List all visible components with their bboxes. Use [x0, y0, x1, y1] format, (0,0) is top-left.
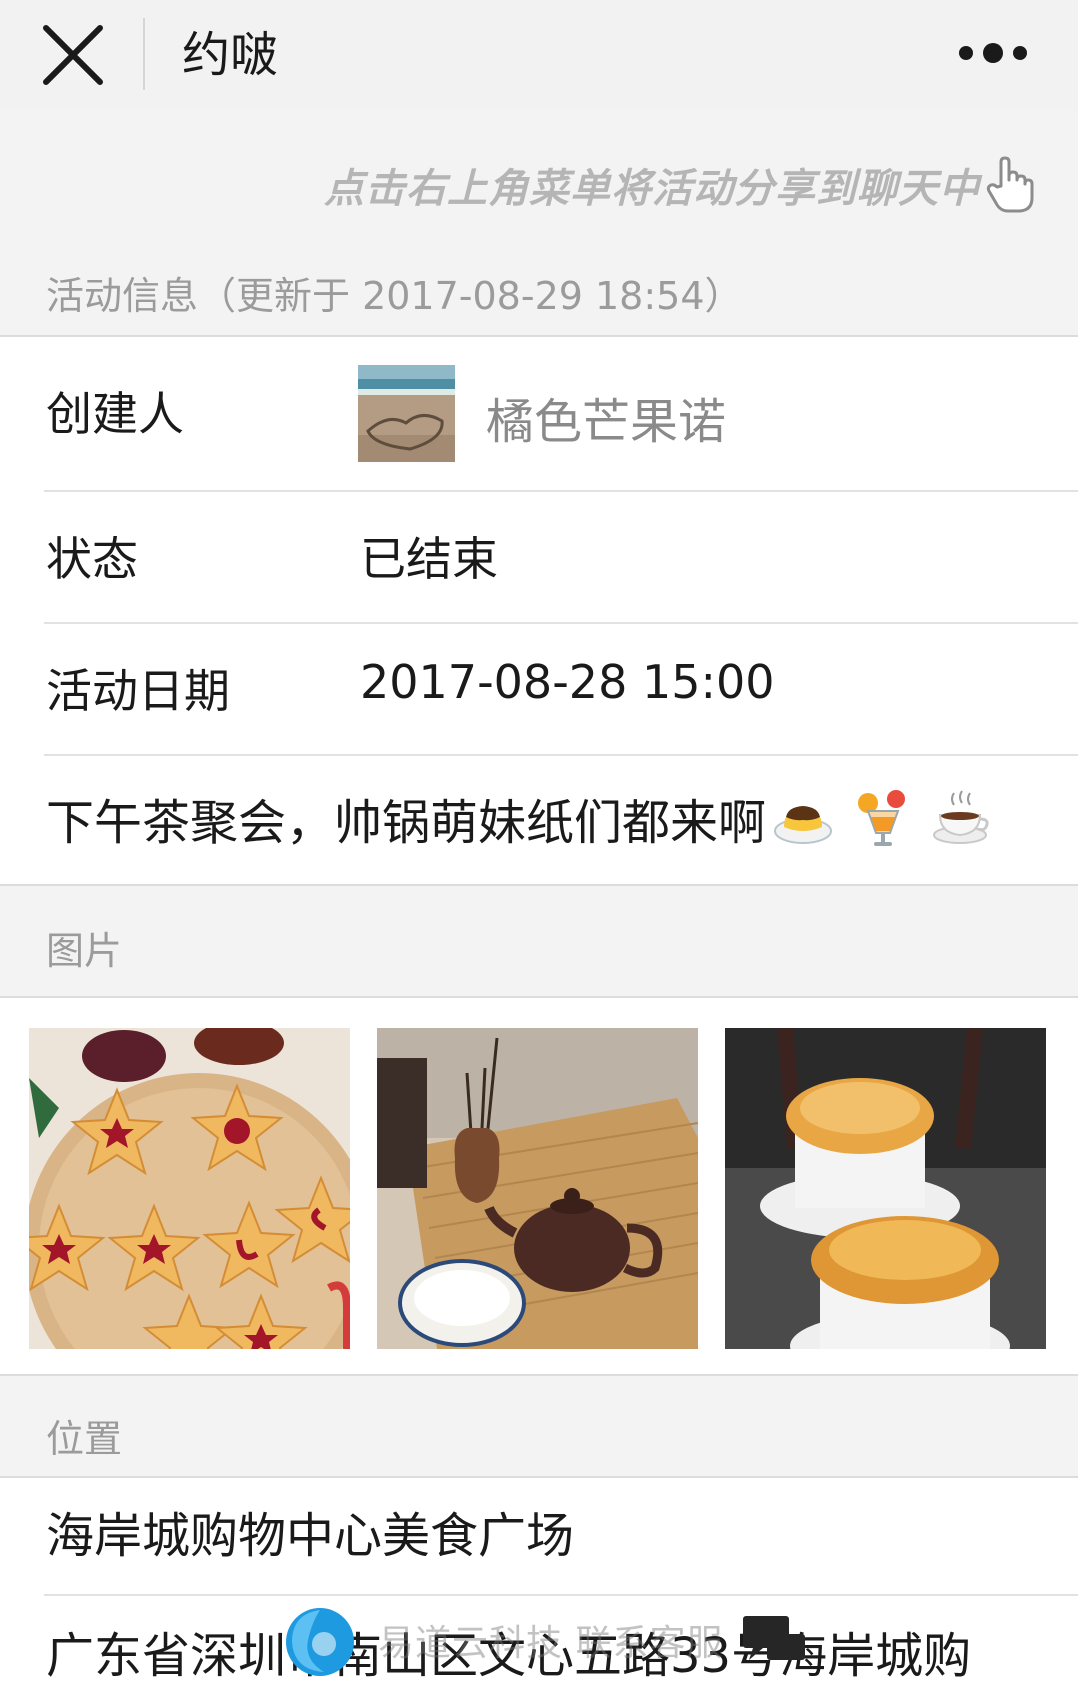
- photo-cookies[interactable]: [29, 1028, 350, 1349]
- close-icon: [43, 25, 103, 85]
- photo-pies[interactable]: [725, 1028, 1046, 1349]
- location-section-title: 位置: [46, 1417, 123, 1461]
- info-section-title: 活动信息（更新于 2017-08-29 18:54）: [46, 274, 743, 318]
- creator-avatar[interactable]: [358, 365, 455, 462]
- close-button[interactable]: [40, 22, 106, 88]
- photos-section-header: 图片: [0, 886, 1078, 996]
- teapot-image: [377, 1028, 698, 1349]
- photo-teapot[interactable]: [377, 1028, 698, 1349]
- location-section-header: 位置: [0, 1376, 1078, 1476]
- row-divider: [44, 754, 1078, 756]
- pointing-hand-icon: [986, 156, 1034, 213]
- creator-label: 创建人: [46, 387, 184, 441]
- brand-swirl-icon: [286, 1608, 354, 1676]
- chat-bubble-icon: [743, 1616, 806, 1660]
- date-label: 活动日期: [46, 664, 230, 718]
- share-hint: 点击右上角菜单将活动分享到聊天中: [324, 150, 1034, 220]
- tropical-drink-emoji-icon: [858, 790, 906, 846]
- row-divider: [44, 490, 1078, 492]
- row-divider: [44, 622, 1078, 624]
- page-title: 约啵: [182, 27, 279, 83]
- star-cookies-image: [29, 1028, 350, 1349]
- more-menu-button[interactable]: [948, 30, 1038, 76]
- description-text: 下午茶聚会，帅锅萌妹纸们都来啊: [46, 795, 767, 851]
- pot-pies-image: [725, 1028, 1046, 1349]
- status-label: 状态: [46, 532, 138, 586]
- activity-description: 下午茶聚会，帅锅萌妹纸们都来啊: [46, 782, 994, 854]
- share-hint-text: 点击右上角菜单将活动分享到聊天中: [324, 166, 980, 212]
- beach-heart-image: [358, 365, 455, 462]
- info-section-header: 活动信息（更新于 2017-08-29 18:54）: [0, 240, 1078, 335]
- photos-section-title: 图片: [46, 929, 123, 973]
- more-dots-icon: [959, 43, 1027, 63]
- coffee-emoji-icon: [933, 790, 989, 844]
- date-value: 2017-08-28 15:00: [360, 655, 775, 709]
- customer-service-text: 易道云科技 联系客服: [378, 1623, 724, 1664]
- top-nav-bar: 约啵: [0, 0, 1078, 110]
- customer-service-overlay[interactable]: 易道云科技 联系客服: [280, 1598, 809, 1682]
- row-divider: [44, 1594, 1078, 1596]
- pudding-emoji-icon: [774, 806, 833, 844]
- location-name[interactable]: 海岸城购物中心美食广场: [46, 1496, 574, 1566]
- status-value: 已结束: [360, 532, 498, 586]
- nav-divider: [143, 18, 145, 90]
- creator-name[interactable]: 橘色芒果诺: [486, 382, 726, 452]
